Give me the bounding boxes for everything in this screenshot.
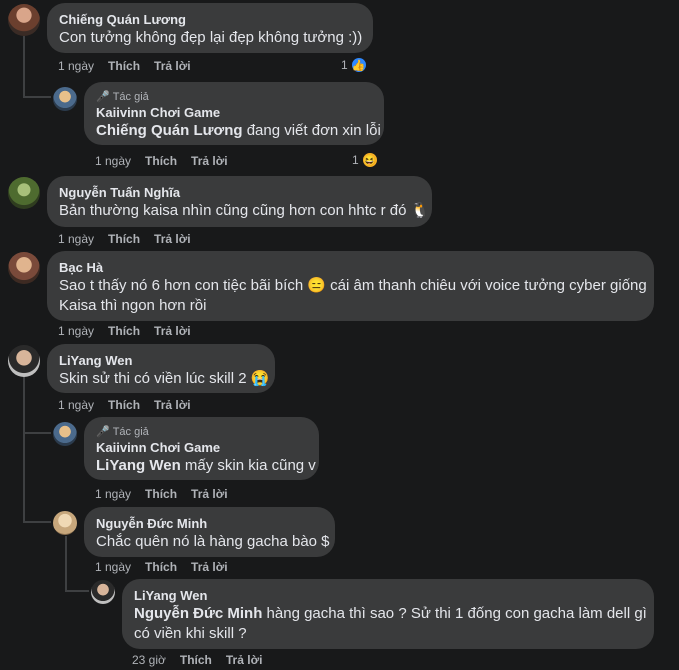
comment-bubble: Chiếng Quán Lương Con tưởng không đẹp lạ…: [47, 3, 373, 53]
thread-line: [23, 96, 51, 98]
mention-link[interactable]: Nguyễn Đức Minh: [134, 605, 262, 622]
thread-line: [23, 432, 51, 434]
comment-time[interactable]: 23 giờ: [132, 653, 166, 667]
commenter-name[interactable]: LiYang Wen: [59, 352, 263, 369]
comment-text: có viền khi skill ?: [134, 625, 247, 642]
comment-time[interactable]: 1 ngày: [58, 232, 94, 246]
comment-text: Con tưởng không đẹp lại đẹp không tưởng …: [59, 29, 363, 46]
comment-time[interactable]: 1 ngày: [95, 154, 131, 168]
reply-button[interactable]: Trả lời: [191, 487, 228, 501]
commenter-name[interactable]: Nguyễn Tuấn Nghĩa: [59, 184, 420, 201]
haha-icon: 😆: [360, 151, 379, 169]
comment-time[interactable]: 1 ngày: [95, 560, 131, 574]
reply-button[interactable]: Trả lời: [154, 59, 191, 73]
reply-button[interactable]: Trả lời: [154, 232, 191, 246]
mention-link[interactable]: LiYang Wen: [96, 457, 181, 474]
reply-button[interactable]: Trả lời: [154, 324, 191, 338]
comment-actions: 1 ngày Thích Trả lời: [58, 59, 191, 73]
reply-button[interactable]: Trả lời: [226, 653, 263, 667]
commenter-name[interactable]: LiYang Wen: [134, 587, 642, 604]
thread-line: [65, 590, 89, 592]
comment-bubble: Bạc Hà Sao t thấy nó 6 hơn con tiệc bãi …: [47, 251, 654, 321]
comment-bubble: LiYang Wen Nguyễn Đức Minh hàng gacha th…: [122, 579, 654, 649]
comment-time[interactable]: 1 ngày: [58, 59, 94, 73]
comment-actions: 1 ngày Thích Trả lời: [58, 232, 191, 246]
comment-bubble: LiYang Wen Skin sử thi có viền lúc skill…: [47, 344, 275, 393]
comment-text: Kaisa thì ngon hơn rồi: [59, 297, 207, 314]
like-icon: 👍: [349, 56, 368, 74]
avatar[interactable]: [8, 252, 40, 284]
reaction-count: 1: [352, 153, 359, 167]
comment-text: mấy skin kia cũng v: [184, 457, 316, 474]
commenter-name[interactable]: Kaiivinn Chơi Game: [96, 439, 307, 456]
avatar[interactable]: [8, 4, 40, 36]
microphone-icon: 🎤: [96, 426, 110, 438]
like-button[interactable]: Thích: [108, 232, 140, 246]
comment-actions: 1 ngày Thích Trả lời: [58, 398, 191, 412]
mention-link[interactable]: Chiếng Quán Lương: [96, 122, 243, 139]
comment-text: hàng gacha thì sao ? Sử thi 1 đống con g…: [266, 605, 647, 622]
avatar[interactable]: [8, 177, 40, 209]
reply-button[interactable]: Trả lời: [191, 154, 228, 168]
comment-actions: 23 giờ Thích Trả lời: [132, 653, 262, 667]
comment-actions: 1 ngày Thích Trả lời: [95, 560, 228, 574]
commenter-name[interactable]: Bạc Hà: [59, 259, 642, 276]
thread-line: [23, 36, 25, 98]
commenter-name[interactable]: Kaiivinn Chơi Game: [96, 104, 372, 121]
comment-time[interactable]: 1 ngày: [58, 398, 94, 412]
comment-text: Bản thường kaisa nhìn cũng cũng hơn con …: [59, 202, 430, 219]
comment-time[interactable]: 1 ngày: [58, 324, 94, 338]
avatar[interactable]: [91, 580, 115, 604]
avatar[interactable]: [53, 87, 77, 111]
comment-actions: 1 ngày Thích Trả lời: [95, 487, 228, 501]
author-badge: 🎤 Tác giả: [96, 91, 149, 103]
thread-line: [65, 536, 67, 592]
comment-text: đang viết đơn xin lỗi: [246, 122, 381, 139]
like-button[interactable]: Thích: [180, 653, 212, 667]
comment-actions: 1 ngày Thích Trả lời: [58, 324, 191, 338]
comment-text: Chắc quên nó là hàng gacha bào $: [96, 533, 330, 550]
thread-line: [23, 521, 51, 523]
reaction-summary[interactable]: 1 👍: [341, 56, 368, 74]
commenter-name[interactable]: Chiếng Quán Lương: [59, 11, 361, 28]
comment-bubble: Nguyễn Tuấn Nghĩa Bản thường kaisa nhìn …: [47, 176, 432, 227]
reply-button[interactable]: Trả lời: [154, 398, 191, 412]
commenter-name[interactable]: Nguyễn Đức Minh: [96, 515, 323, 532]
reply-button[interactable]: Trả lời: [191, 560, 228, 574]
reaction-count: 1: [341, 58, 348, 72]
author-badge: 🎤 Tác giả: [96, 426, 149, 438]
microphone-icon: 🎤: [96, 91, 110, 103]
comment-actions: 1 ngày Thích Trả lời: [95, 154, 228, 168]
comment-bubble: Nguyễn Đức Minh Chắc quên nó là hàng gac…: [84, 507, 335, 557]
like-button[interactable]: Thích: [145, 154, 177, 168]
comment-time[interactable]: 1 ngày: [95, 487, 131, 501]
reaction-summary[interactable]: 1 😆: [352, 151, 379, 169]
like-button[interactable]: Thích: [145, 560, 177, 574]
comment-text: Sao t thấy nó 6 hơn con tiệc bãi bích 😑 …: [59, 277, 647, 294]
avatar[interactable]: [53, 422, 77, 446]
like-button[interactable]: Thích: [108, 59, 140, 73]
avatar[interactable]: [53, 511, 77, 535]
thread-line: [23, 372, 25, 522]
comment-text: Skin sử thi có viền lúc skill 2 😭: [59, 370, 270, 387]
avatar[interactable]: [8, 345, 40, 377]
comment-bubble: 🎤 Tác giả Kaiivinn Chơi Game Chiếng Quán …: [84, 82, 384, 145]
like-button[interactable]: Thích: [145, 487, 177, 501]
like-button[interactable]: Thích: [108, 324, 140, 338]
comment-bubble: 🎤 Tác giả Kaiivinn Chơi Game LiYang Wen m…: [84, 417, 319, 480]
like-button[interactable]: Thích: [108, 398, 140, 412]
